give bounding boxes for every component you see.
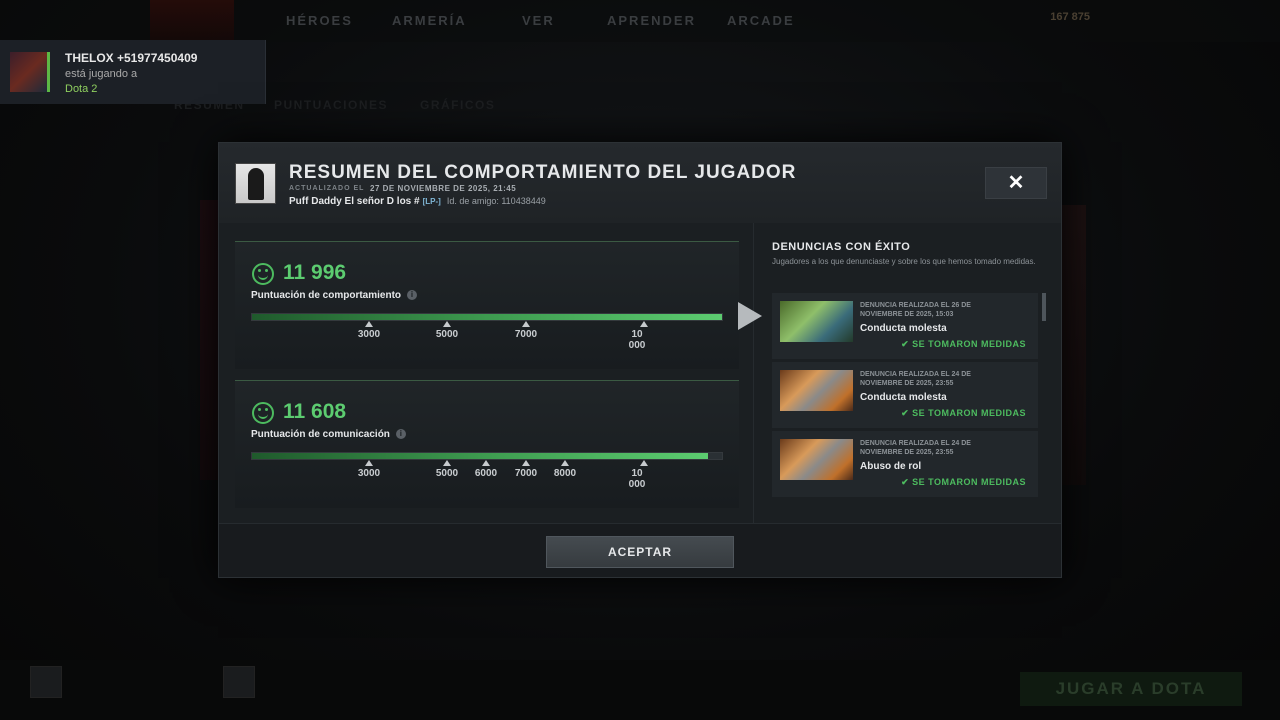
nav-armory[interactable]: ARMERÍA <box>392 13 467 28</box>
friend-avatar <box>10 52 50 92</box>
player-name-line: Puff Daddy El señor D los # [LP-] Id. de a… <box>289 196 546 207</box>
tick-marker <box>561 460 569 466</box>
checkmark-icon: ✔ <box>901 477 910 487</box>
tick-label: 7000 <box>514 329 538 340</box>
hero-portrait <box>780 301 853 342</box>
report-item[interactable]: DENUNCIA REALIZADA EL 24 DE NOVIEMBRE DE… <box>772 431 1038 497</box>
communication-score-card: 11 608 Puntuación de comunicación i 3000 … <box>235 380 739 508</box>
communication-score-label: Puntuación de comunicación i <box>251 429 406 440</box>
report-status: ✔ SE TOMARON MEDIDAS <box>901 339 1026 349</box>
report-date: DENUNCIA REALIZADA EL 26 DE NOVIEMBRE DE… <box>860 302 971 318</box>
behavior-summary-dialog: RESUMEN DEL COMPORTAMIENTO DEL JUGADOR A… <box>218 142 1062 578</box>
party-slot-icon[interactable] <box>30 666 62 698</box>
behavior-score-value: 11 996 <box>283 261 347 284</box>
player-name: Puff Daddy El señor D los # <box>289 196 420 207</box>
reports-scrollbar[interactable] <box>1042 293 1046 321</box>
tick-marker <box>522 321 530 327</box>
friend-game: Dota 2 <box>65 83 98 95</box>
successful-reports-panel: DENUNCIAS CON ÉXITO Jugadores a los que … <box>753 223 1061 523</box>
behavior-score-bar <box>251 313 723 321</box>
dialog-title: RESUMEN DEL COMPORTAMIENTO DEL JUGADOR <box>289 162 797 183</box>
report-item[interactable]: DENUNCIA REALIZADA EL 26 DE NOVIEMBRE DE… <box>772 293 1038 359</box>
mouse-cursor-icon <box>738 302 762 330</box>
report-status: ✔ SE TOMARON MEDIDAS <box>901 477 1026 487</box>
currency-display: 167 875 <box>1050 11 1090 23</box>
report-status: ✔ SE TOMARON MEDIDAS <box>901 408 1026 418</box>
report-reason: Abuso de rol <box>860 461 922 472</box>
friend-name: THELOX +51977450409 <box>65 51 198 65</box>
tick-label: 3000 <box>357 329 381 340</box>
play-dota-button[interactable]: JUGAR A DOTA <box>1020 672 1242 706</box>
nav-learn[interactable]: APRENDER <box>607 13 696 28</box>
report-date: DENUNCIA REALIZADA EL 24 DE NOVIEMBRE DE… <box>860 440 971 456</box>
subnav-graphs[interactable]: GRÁFICOS <box>420 98 495 112</box>
player-guild-tag: [LP-] <box>422 197 441 206</box>
nav-arcade[interactable]: ARCADE <box>727 13 795 28</box>
communication-score-bar-fill <box>252 453 708 459</box>
close-icon: ✕ <box>1007 172 1025 194</box>
tick-marker <box>365 321 373 327</box>
tick-marker <box>443 460 451 466</box>
tick-label: 5000 <box>435 329 459 340</box>
tick-label: 5000 <box>435 468 459 479</box>
checkmark-icon: ✔ <box>901 408 910 418</box>
tick-label: 7000 <box>514 468 538 479</box>
subnav-scores[interactable]: PUNTUACIONES <box>274 98 388 112</box>
behavior-score-label: Puntuación de comportamiento i <box>251 290 418 301</box>
accept-button[interactable]: ACEPTAR <box>546 536 734 568</box>
report-item[interactable]: DENUNCIA REALIZADA EL 24 DE NOVIEMBRE DE… <box>772 362 1038 428</box>
smiley-icon <box>252 402 274 424</box>
close-button[interactable]: ✕ <box>985 167 1047 199</box>
tick-marker <box>443 321 451 327</box>
stage: { "background": { "nav": ["HÉROES", "ARM… <box>0 0 1280 720</box>
dota-logo <box>150 0 234 42</box>
tick-marker <box>365 460 373 466</box>
behavior-score-bar-fill <box>252 314 722 320</box>
tick-marker <box>482 460 490 466</box>
dialog-header: RESUMEN DEL COMPORTAMIENTO DEL JUGADOR A… <box>219 143 1061 223</box>
nav-watch[interactable]: VER <box>522 13 555 28</box>
tick-label: 6000 <box>474 468 498 479</box>
nav-heroes[interactable]: HÉROES <box>286 13 353 28</box>
hero-portrait <box>780 439 853 480</box>
reports-subtitle: Jugadores a los que denunciaste y sobre … <box>772 257 1036 266</box>
behavior-score-card: 11 996 Puntuación de comportamiento i 300… <box>235 241 739 369</box>
tick-marker <box>522 460 530 466</box>
communication-score-bar <box>251 452 723 460</box>
communication-score-value: 11 608 <box>283 400 347 423</box>
tick-marker <box>640 321 648 327</box>
updated-label: ACTUALIZADO EL <box>289 185 365 192</box>
tick-marker <box>640 460 648 466</box>
updated-date: 27 DE NOVIEMBRE DE 2025, 21:45 <box>370 184 517 193</box>
dialog-footer: ACEPTAR <box>219 523 1061 577</box>
friend-id: Id. de amigo: 110438449 <box>446 196 546 206</box>
checkmark-icon: ✔ <box>901 339 910 349</box>
smiley-icon <box>252 263 274 285</box>
info-icon[interactable]: i <box>407 290 418 300</box>
friend-status: está jugando a <box>65 68 138 80</box>
player-avatar-icon <box>235 163 276 204</box>
player-avatar[interactable] <box>223 666 255 698</box>
report-date: DENUNCIA REALIZADA EL 24 DE NOVIEMBRE DE… <box>860 371 971 387</box>
tick-label: 3000 <box>357 468 381 479</box>
background-hero-art-right <box>1060 205 1086 485</box>
info-icon[interactable]: i <box>395 429 406 439</box>
reports-title: DENUNCIAS CON ÉXITO <box>772 241 911 253</box>
report-reason: Conducta molesta <box>860 323 947 334</box>
hero-portrait <box>780 370 853 411</box>
tick-label: 8000 <box>553 468 577 479</box>
tick-label: 10 000 <box>628 468 646 490</box>
tick-label: 10 000 <box>628 329 646 351</box>
friend-notification[interactable]: THELOX +51977450409 está jugando a Dota … <box>0 40 266 104</box>
report-reason: Conducta molesta <box>860 392 947 403</box>
